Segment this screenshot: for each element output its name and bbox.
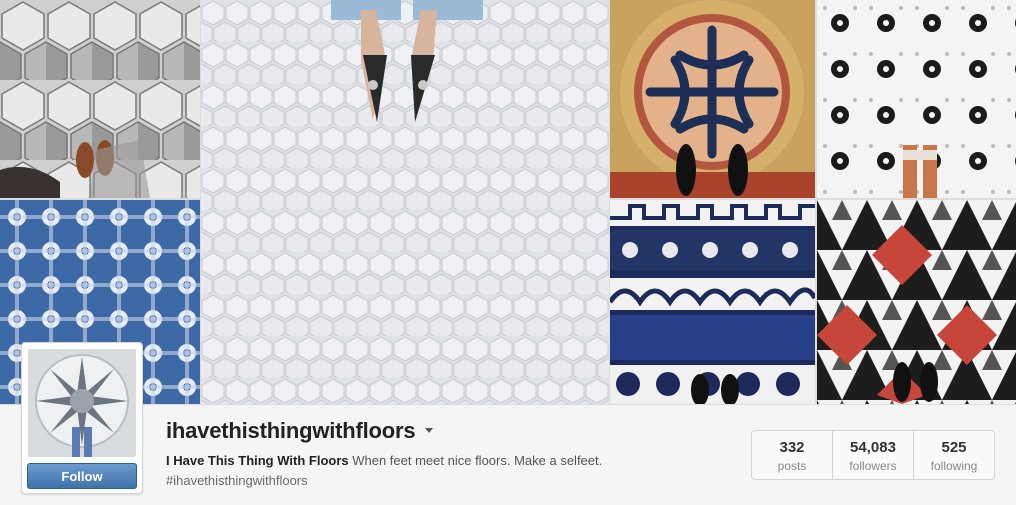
profile-username: ihavethisthingwithfloors: [166, 418, 416, 443]
profile-avatar-card: Follow: [21, 342, 143, 494]
collage-photo-mosaic-medallion[interactable]: [610, 0, 815, 198]
stat-posts-label: posts: [777, 459, 807, 473]
stat-following-label: following: [930, 459, 978, 473]
collage-photo-hex-gray-tiles[interactable]: [0, 0, 200, 198]
collage-photo-marble-hex-floor[interactable]: [201, 0, 609, 404]
follow-button[interactable]: Follow: [27, 463, 137, 489]
profile-display-name: I Have This Thing With Floors: [166, 453, 349, 468]
collage-photo-triangle-tiles[interactable]: [817, 200, 1016, 404]
stat-followers[interactable]: 54,083 followers: [833, 431, 914, 479]
profile-hashtag-link[interactable]: #ihavethisthingwithfloors: [166, 473, 308, 488]
stat-posts-value: 332: [779, 439, 805, 456]
stat-followers-label: followers: [849, 459, 897, 473]
cover-photo-collage: [0, 0, 1016, 404]
profile-bio: I Have This Thing With Floors When feet …: [166, 453, 602, 468]
stat-posts[interactable]: 332 posts: [752, 431, 833, 479]
collage-photo-greek-key-waves[interactable]: [610, 200, 815, 404]
profile-stats: 332 posts 54,083 followers 525 following: [751, 430, 995, 480]
stat-following-value: 525: [941, 439, 967, 456]
avatar[interactable]: [28, 349, 136, 457]
profile-bio-text: When feet meet nice floors. Make a selfe…: [352, 453, 603, 468]
chevron-down-icon[interactable]: [425, 428, 433, 433]
stat-following[interactable]: 525 following: [914, 431, 994, 479]
stat-followers-value: 54,083: [850, 439, 896, 456]
collage-photo-penny-tile-flowers[interactable]: [817, 0, 1016, 198]
